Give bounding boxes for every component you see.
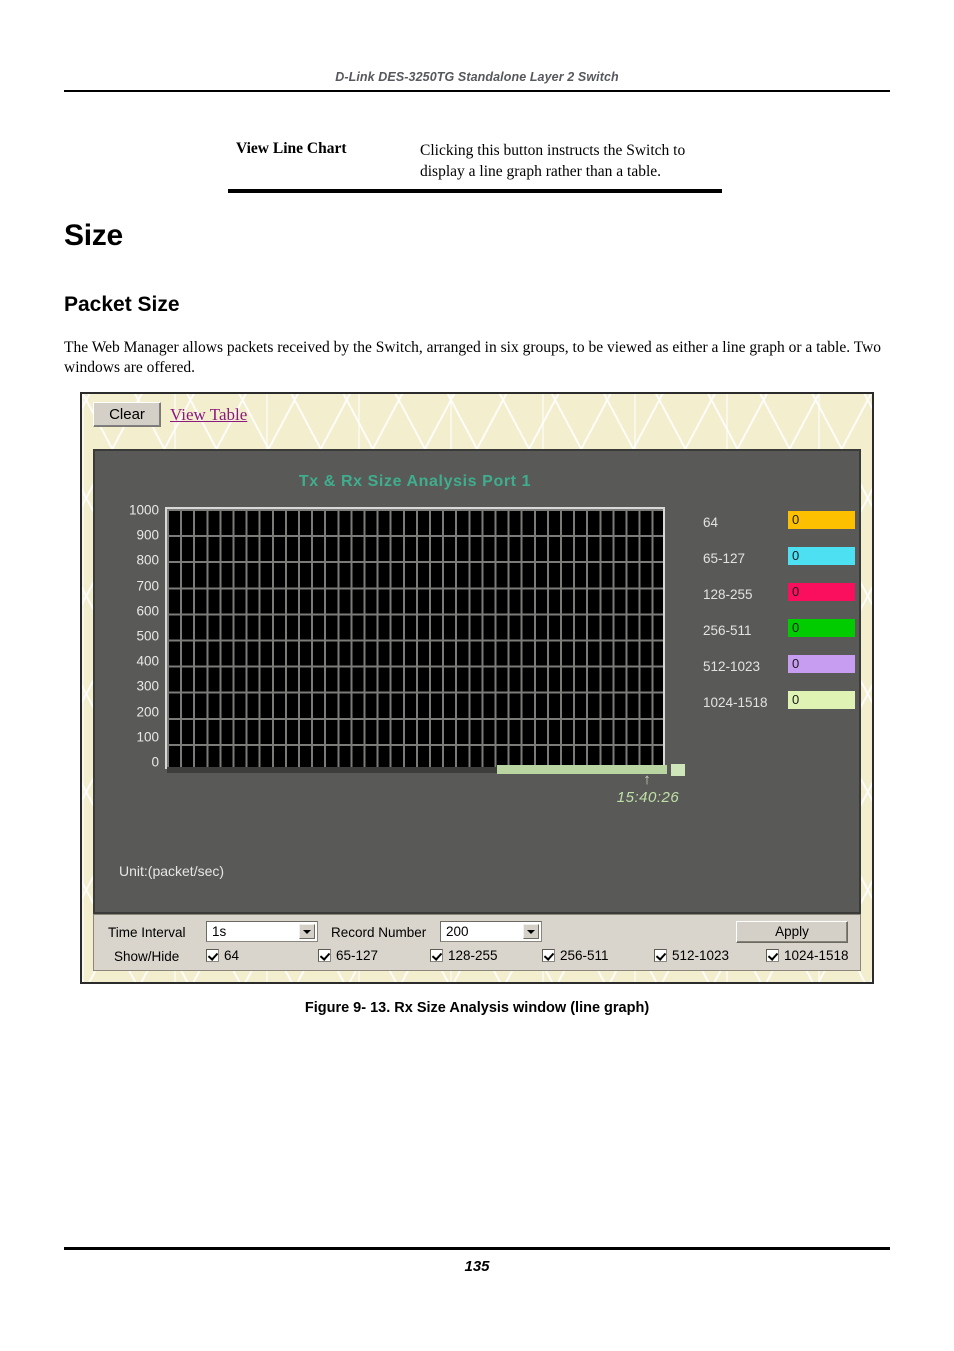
chart-horizontal-scrollbar[interactable] xyxy=(167,764,685,776)
apply-button[interactable]: Apply xyxy=(736,921,848,943)
definition-description: Clicking this button instructs the Switc… xyxy=(420,142,686,180)
checkmark-icon[interactable] xyxy=(654,949,667,962)
figure-caption: Figure 9- 13. Rx Size Analysis window (l… xyxy=(304,1000,650,1016)
time-cursor-arrow-icon: ↑ xyxy=(643,772,651,788)
checkmark-icon[interactable] xyxy=(318,949,331,962)
legend-value-swatch: 0 xyxy=(788,691,855,709)
legend-value-swatch: 0 xyxy=(788,655,855,673)
legend-label: 512-1023 xyxy=(703,659,761,674)
chart-title: Tx & Rx Size Analysis Port 1 xyxy=(298,473,532,490)
show-hide-label: Show/Hide xyxy=(114,949,180,964)
chart-toolbar: Clear View Table xyxy=(82,394,872,444)
legend-row: 256-511 0 xyxy=(703,619,855,655)
header-divider xyxy=(64,90,890,92)
show-hide-checkbox[interactable]: 65-127 xyxy=(318,948,378,963)
y-axis-tick: 0 xyxy=(151,754,159,770)
y-axis-tick: 300 xyxy=(136,678,159,694)
running-header: D-Link DES-3250TG Standalone Layer 2 Swi… xyxy=(64,68,890,86)
checkbox-label: 128-255 xyxy=(448,948,498,963)
time-interval-value: 1s xyxy=(212,924,227,939)
section-heading: Packet Size xyxy=(64,293,180,316)
checkbox-label: 1024-1518 xyxy=(784,948,849,963)
y-axis-tick: 900 xyxy=(136,527,159,543)
chart-timestamp: 15:40:26 xyxy=(616,789,680,806)
legend-row: 1024-1518 0 xyxy=(703,691,855,727)
record-number-label: Record Number xyxy=(331,925,427,940)
legend-row: 128-255 0 xyxy=(703,583,855,619)
y-axis-tick: 700 xyxy=(136,578,159,594)
show-hide-checkbox[interactable]: 1024-1518 xyxy=(766,948,849,963)
legend-label: 128-255 xyxy=(703,587,753,602)
chevron-down-icon[interactable] xyxy=(523,924,539,939)
y-axis-tick: 100 xyxy=(136,729,159,745)
scrollbar-right-button[interactable] xyxy=(671,764,685,776)
legend-value-swatch: 0 xyxy=(788,583,855,601)
page-title: Size xyxy=(64,219,123,252)
checkbox-label: 64 xyxy=(224,948,240,963)
y-axis-tick: 600 xyxy=(136,603,159,619)
y-axis-tick: 200 xyxy=(136,704,159,720)
y-axis-tick: 500 xyxy=(136,628,159,644)
time-interval-label: Time Interval xyxy=(108,925,186,940)
checkmark-icon[interactable] xyxy=(542,949,555,962)
definition-bottom-rule xyxy=(228,189,722,193)
show-hide-checkbox[interactable]: 64 xyxy=(206,948,239,963)
plot-gridlines xyxy=(167,509,663,767)
chart-unit-label: Unit:(packet/sec) xyxy=(119,863,225,879)
record-number-select[interactable]: 200 xyxy=(440,921,542,942)
view-table-link[interactable]: View Table xyxy=(170,405,247,425)
legend-value-swatch: 0 xyxy=(788,511,855,529)
chart-controls-panel: Time Interval 1s Record Number 200 Apply… xyxy=(93,914,861,971)
y-axis-tick: 1000 xyxy=(128,502,159,518)
checkbox-label: 512-1023 xyxy=(672,948,730,963)
running-header-text: D-Link DES-3250TG Standalone Layer 2 Swi… xyxy=(335,70,619,84)
y-axis-labels: 1000 900 800 700 600 500 400 300 200 100 0 xyxy=(103,503,159,773)
legend-label: 1024-1518 xyxy=(703,695,768,710)
checkmark-icon[interactable] xyxy=(206,949,219,962)
legend-label: 65-127 xyxy=(703,551,746,566)
chart-panel: Tx & Rx Size Analysis Port 1 1000 900 800 7… xyxy=(93,449,861,914)
y-axis-tick: 400 xyxy=(136,653,159,669)
page-number: 135 xyxy=(464,1258,490,1275)
legend-row: 512-1023 0 xyxy=(703,655,855,691)
chart-legend: 64 0 65-127 0 128-255 0 256-511 0 512-1023 0 1024-… xyxy=(703,511,855,727)
show-hide-checkbox[interactable]: 256-511 xyxy=(542,948,609,963)
checkmark-icon[interactable] xyxy=(766,949,779,962)
switch-web-manager-window: Clear View Table Tx & Rx Size Analysis P… xyxy=(80,392,874,984)
legend-row: 64 0 xyxy=(703,511,855,547)
footer-divider xyxy=(64,1247,890,1250)
checkmark-icon[interactable] xyxy=(430,949,443,962)
plot-area xyxy=(165,507,665,769)
clear-button[interactable]: Clear xyxy=(93,402,161,427)
checkbox-label: 65-127 xyxy=(336,948,379,963)
chevron-down-icon[interactable] xyxy=(299,924,315,939)
legend-label: 64 xyxy=(703,515,719,530)
legend-value-swatch: 0 xyxy=(788,547,855,565)
show-hide-checkbox[interactable]: 512-1023 xyxy=(654,948,729,963)
legend-row: 65-127 0 xyxy=(703,547,855,583)
record-number-value: 200 xyxy=(446,924,469,939)
y-axis-tick: 800 xyxy=(136,552,159,568)
body-paragraph: The Web Manager allows packets received … xyxy=(64,339,882,376)
time-interval-select[interactable]: 1s xyxy=(206,921,318,942)
definition-term: View Line Chart xyxy=(236,140,347,157)
legend-label: 256-511 xyxy=(703,623,752,638)
show-hide-checkbox[interactable]: 128-255 xyxy=(430,948,498,963)
checkbox-label: 256-511 xyxy=(560,948,609,963)
legend-value-swatch: 0 xyxy=(788,619,855,637)
